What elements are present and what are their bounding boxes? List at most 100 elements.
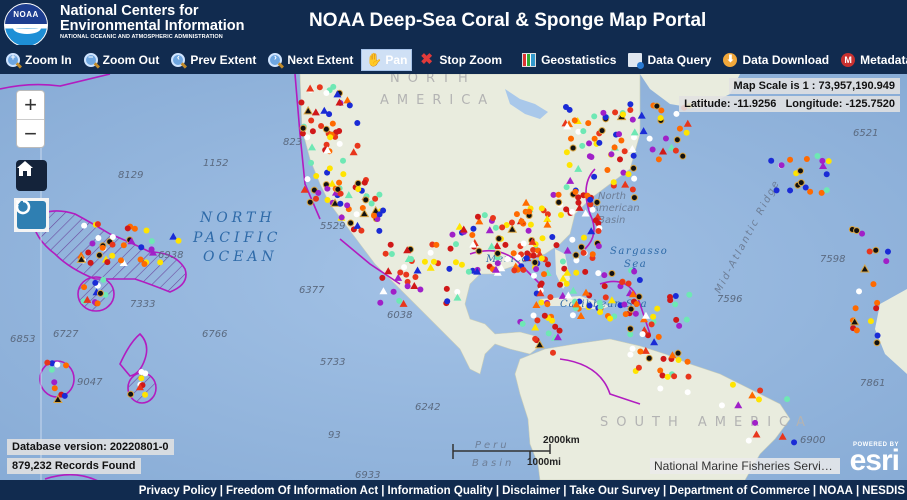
observation-point[interactable] [602,294,609,301]
observation-point[interactable] [530,312,537,319]
observation-point[interactable] [541,312,548,319]
observation-point[interactable] [387,241,394,248]
observation-point[interactable] [142,391,149,398]
observation-point[interactable] [141,260,148,267]
observation-point[interactable] [569,312,576,319]
observation-point[interactable] [355,186,362,193]
observation-point[interactable] [541,271,548,278]
observation-point[interactable] [580,249,587,256]
observation-point[interactable] [625,171,632,178]
observation-point[interactable] [667,293,674,300]
observation-point[interactable] [469,232,476,239]
observation-point[interactable] [51,379,58,386]
observation-point[interactable] [549,234,556,241]
observation-point[interactable] [650,313,657,320]
observation-point[interactable] [338,214,345,221]
observation-point[interactable] [589,251,596,258]
observation-point[interactable] [874,299,881,306]
observation-point[interactable] [672,293,679,300]
observation-point[interactable] [586,302,593,309]
observation-point[interactable] [604,167,611,174]
map-zoom-out-button[interactable]: − [17,120,44,149]
observation-point[interactable] [326,165,333,172]
observation-point[interactable] [502,241,509,248]
observation-point[interactable] [611,144,618,151]
observation-point[interactable] [508,219,515,226]
observation-point[interactable] [518,218,525,225]
observation-point[interactable] [676,322,683,329]
observation-point[interactable] [823,187,830,194]
observation-point[interactable] [513,211,520,218]
observation-point[interactable] [673,316,680,323]
observation-point[interactable] [585,120,592,127]
observation-point[interactable] [531,258,539,266]
observation-point[interactable] [825,158,832,165]
observation-point[interactable] [873,339,881,347]
observation-point[interactable] [382,250,389,257]
observation-point[interactable] [109,252,116,259]
observation-point[interactable] [63,362,70,369]
observation-point[interactable] [803,156,810,163]
observation-point[interactable] [489,215,496,222]
observation-point[interactable] [866,248,873,255]
observation-point[interactable] [358,227,365,234]
observation-point[interactable] [376,227,383,234]
observation-point[interactable] [532,335,539,342]
observation-point[interactable] [85,249,92,256]
observation-point[interactable] [873,305,880,312]
observation-point[interactable] [593,198,601,206]
observation-point[interactable] [549,317,556,324]
observation-point[interactable] [308,159,315,166]
observation-point[interactable] [549,349,556,356]
observation-point[interactable] [745,437,752,444]
observation-point[interactable] [96,289,104,297]
reset-view-button[interactable] [14,198,49,232]
observation-point[interactable] [520,266,527,273]
observation-point[interactable] [397,269,404,276]
observation-point[interactable] [313,195,320,202]
observation-point[interactable] [685,373,692,380]
observation-point[interactable] [443,285,450,292]
observation-point[interactable] [582,268,589,275]
observation-point[interactable] [674,349,682,357]
observation-point[interactable] [648,321,655,328]
observation-point[interactable] [627,305,635,313]
observation-point[interactable] [575,194,582,201]
observation-point[interactable] [148,238,155,245]
observation-point[interactable] [591,173,598,180]
observation-point[interactable] [390,288,397,295]
observation-point[interactable] [138,369,145,376]
observation-point[interactable] [94,300,101,307]
observation-point[interactable] [404,283,411,290]
observation-point[interactable] [533,265,540,272]
observation-point[interactable] [619,279,626,286]
observation-point[interactable] [534,317,541,324]
observation-point[interactable] [403,271,410,278]
observation-point[interactable] [412,273,419,280]
observation-point[interactable] [566,106,573,113]
map-zoom-in-button[interactable]: + [17,91,44,120]
observation-point[interactable] [127,390,135,398]
observation-point[interactable] [657,385,664,392]
observation-point[interactable] [539,235,546,242]
footer-link-privacy[interactable]: Privacy Policy [139,485,217,497]
observation-point[interactable] [601,283,608,290]
observation-point[interactable] [138,244,145,251]
observation-point[interactable] [872,246,880,254]
observation-point[interactable] [618,137,625,144]
observation-point[interactable] [616,156,623,163]
observation-point[interactable] [555,191,562,198]
observation-point[interactable] [523,255,530,262]
observation-point[interactable] [563,184,570,191]
observation-point[interactable] [368,200,375,207]
observation-point[interactable] [791,439,798,446]
observation-point[interactable] [884,248,891,255]
observation-point[interactable] [662,135,669,142]
observation-point[interactable] [856,288,863,295]
observation-point[interactable] [853,227,861,235]
observation-point[interactable] [118,257,125,264]
observation-point[interactable] [304,176,311,183]
observation-point[interactable] [481,212,488,219]
observation-point[interactable] [787,156,794,163]
observation-point[interactable] [627,351,634,358]
